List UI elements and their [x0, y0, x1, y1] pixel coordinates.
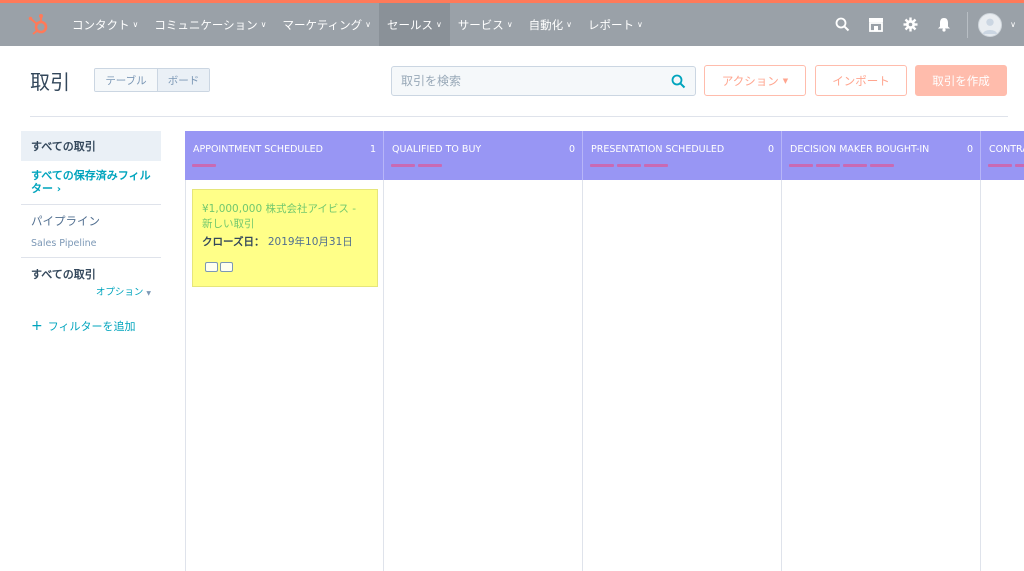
view-toggle: テーブル ボード	[94, 68, 210, 92]
stage-column	[981, 180, 1024, 571]
chevron-down-icon: ∨	[365, 20, 371, 29]
top-nav-bar: コンタクト ∨ コミュニケーション ∨ マーケティング ∨ セールス ∨ サービス ∨ 自…	[0, 0, 1024, 46]
chevron-down-icon: ∨	[260, 20, 267, 29]
nav-service[interactable]: サービス ∨	[450, 3, 521, 46]
close-date-label: クローズ日：	[202, 236, 265, 248]
stage-header: CONTRA	[981, 131, 1024, 180]
options-dropdown[interactable]: オプション ▼	[31, 284, 151, 298]
chevron-down-icon: ∨	[435, 20, 442, 29]
filter-sidebar: すべての取引 すべての保存済みフィルター › パイプライン Sales Pipe…	[21, 131, 161, 346]
hubspot-logo-icon[interactable]	[26, 12, 52, 38]
stage-probability-bars	[192, 164, 219, 167]
stage-header: QUALIFIED TO BUY 0	[384, 131, 583, 180]
options-label: オプション	[95, 287, 144, 298]
stage-header: PRESENTATION SCHEDULED 0	[583, 131, 782, 180]
chevron-right-icon: ›	[56, 184, 61, 195]
stage-name: DECISION MAKER BOUGHT-IN	[790, 144, 930, 155]
caret-down-icon: ▼	[782, 76, 789, 85]
nav-reports[interactable]: レポート ∨	[580, 3, 651, 46]
stage-column	[384, 180, 583, 571]
nav-automation[interactable]: 自動化 ∨	[521, 3, 580, 46]
deal-close-date: クローズ日： 2019年10月31日	[202, 234, 368, 249]
close-date-value: 2019年10月31日	[267, 236, 353, 248]
stage-header: APPOINTMENT SCHEDULED 1	[185, 131, 384, 180]
search-icon[interactable]	[825, 3, 859, 46]
pipeline-label: パイプライン	[31, 214, 100, 228]
stage-column	[782, 180, 981, 571]
stage-count: 0	[767, 144, 774, 155]
nav-label: マーケティング	[282, 17, 363, 32]
stage-header: DECISION MAKER BOUGHT-IN 0	[782, 131, 981, 180]
deal-board: APPOINTMENT SCHEDULED 1 QUALIFIED TO BUY…	[185, 131, 1024, 571]
nav-divider	[967, 11, 968, 38]
view-table-button[interactable]: テーブル	[95, 69, 157, 91]
nav-conversations[interactable]: コミュニケーション ∨	[146, 3, 274, 46]
search-icon[interactable]	[671, 74, 686, 89]
page-title: 取引	[30, 70, 70, 94]
view-board-button[interactable]: ボード	[157, 69, 209, 91]
pipeline-selector[interactable]: パイプライン Sales Pipeline	[21, 205, 161, 258]
header-divider	[30, 116, 1008, 117]
stage-header-row: APPOINTMENT SCHEDULED 1 QUALIFIED TO BUY…	[185, 131, 1024, 180]
stage-count: 0	[568, 144, 575, 155]
stage-count: 1	[369, 144, 376, 155]
nav-contacts[interactable]: コンタクト ∨	[64, 3, 146, 46]
nav-label: コンタクト	[72, 17, 130, 32]
chevron-down-icon: ∨	[566, 20, 573, 29]
notifications-bell-icon[interactable]	[927, 3, 961, 46]
top-icons: ∨	[825, 3, 1024, 46]
add-filter-label: フィルターを追加	[47, 320, 136, 333]
avatar[interactable]	[978, 12, 1002, 37]
stage-probability-bars	[590, 164, 671, 167]
stage-count: 0	[966, 144, 973, 155]
saved-filters-link[interactable]: すべての保存済みフィルター ›	[21, 161, 161, 205]
stage-probability-bars	[391, 164, 445, 167]
plus-icon: +	[31, 318, 43, 334]
actions-button[interactable]: アクション ▼	[704, 65, 806, 96]
chevron-down-icon: ∨	[132, 20, 139, 29]
saved-filters-label: すべての保存済みフィルター	[31, 169, 151, 195]
chevron-down-icon[interactable]: ∨	[1002, 20, 1024, 29]
settings-gear-icon[interactable]	[893, 3, 927, 46]
filter-block: すべての取引 オプション ▼	[21, 258, 161, 306]
deal-search	[391, 66, 696, 96]
stage-name: QUALIFIED TO BUY	[392, 144, 482, 155]
create-deal-button[interactable]: 取引を作成	[915, 65, 1007, 96]
chevron-down-icon: ∨	[506, 20, 513, 29]
stage-column	[583, 180, 782, 571]
deal-card[interactable]: ¥1,000,000 株式会社アイビス - 新しい取引 クローズ日： 2019年…	[192, 189, 378, 287]
stage-name: APPOINTMENT SCHEDULED	[193, 144, 323, 155]
nav-label: レポート	[588, 17, 635, 32]
chevron-down-icon: ∨	[637, 20, 643, 29]
pipeline-value: Sales Pipeline	[31, 238, 97, 249]
card-actions	[205, 262, 235, 272]
main-nav: コンタクト ∨ コミュニケーション ∨ マーケティング ∨ セールス ∨ サービス ∨ 自…	[64, 3, 651, 46]
stage-probability-bars	[988, 164, 1024, 167]
nav-label: 自動化	[528, 17, 564, 32]
deal-card-title[interactable]: ¥1,000,000 株式会社アイビス - 新しい取引	[202, 202, 368, 232]
search-input[interactable]	[392, 67, 652, 95]
import-button[interactable]: インポート	[815, 65, 907, 96]
nav-label: セールス	[386, 17, 433, 32]
add-filter-button[interactable]: + フィルターを追加	[21, 306, 161, 346]
filter-label: すべての取引	[31, 268, 96, 281]
sidebar-item-all-deals[interactable]: すべての取引	[21, 131, 161, 161]
card-action-icon[interactable]	[205, 262, 218, 272]
nav-label: コミュニケーション	[154, 17, 258, 32]
actions-label: アクション	[721, 73, 779, 88]
nav-sales[interactable]: セールス ∨	[378, 3, 450, 46]
stage-probability-bars	[789, 164, 897, 167]
marketplace-icon[interactable]	[859, 3, 893, 46]
caret-down-icon: ▼	[146, 290, 151, 297]
stage-name: CONTRA	[989, 144, 1024, 155]
nav-label: サービス	[457, 17, 504, 32]
nav-marketing[interactable]: マーケティング ∨	[275, 3, 379, 46]
card-action-icon[interactable]	[220, 262, 233, 272]
stage-name: PRESENTATION SCHEDULED	[591, 144, 725, 155]
